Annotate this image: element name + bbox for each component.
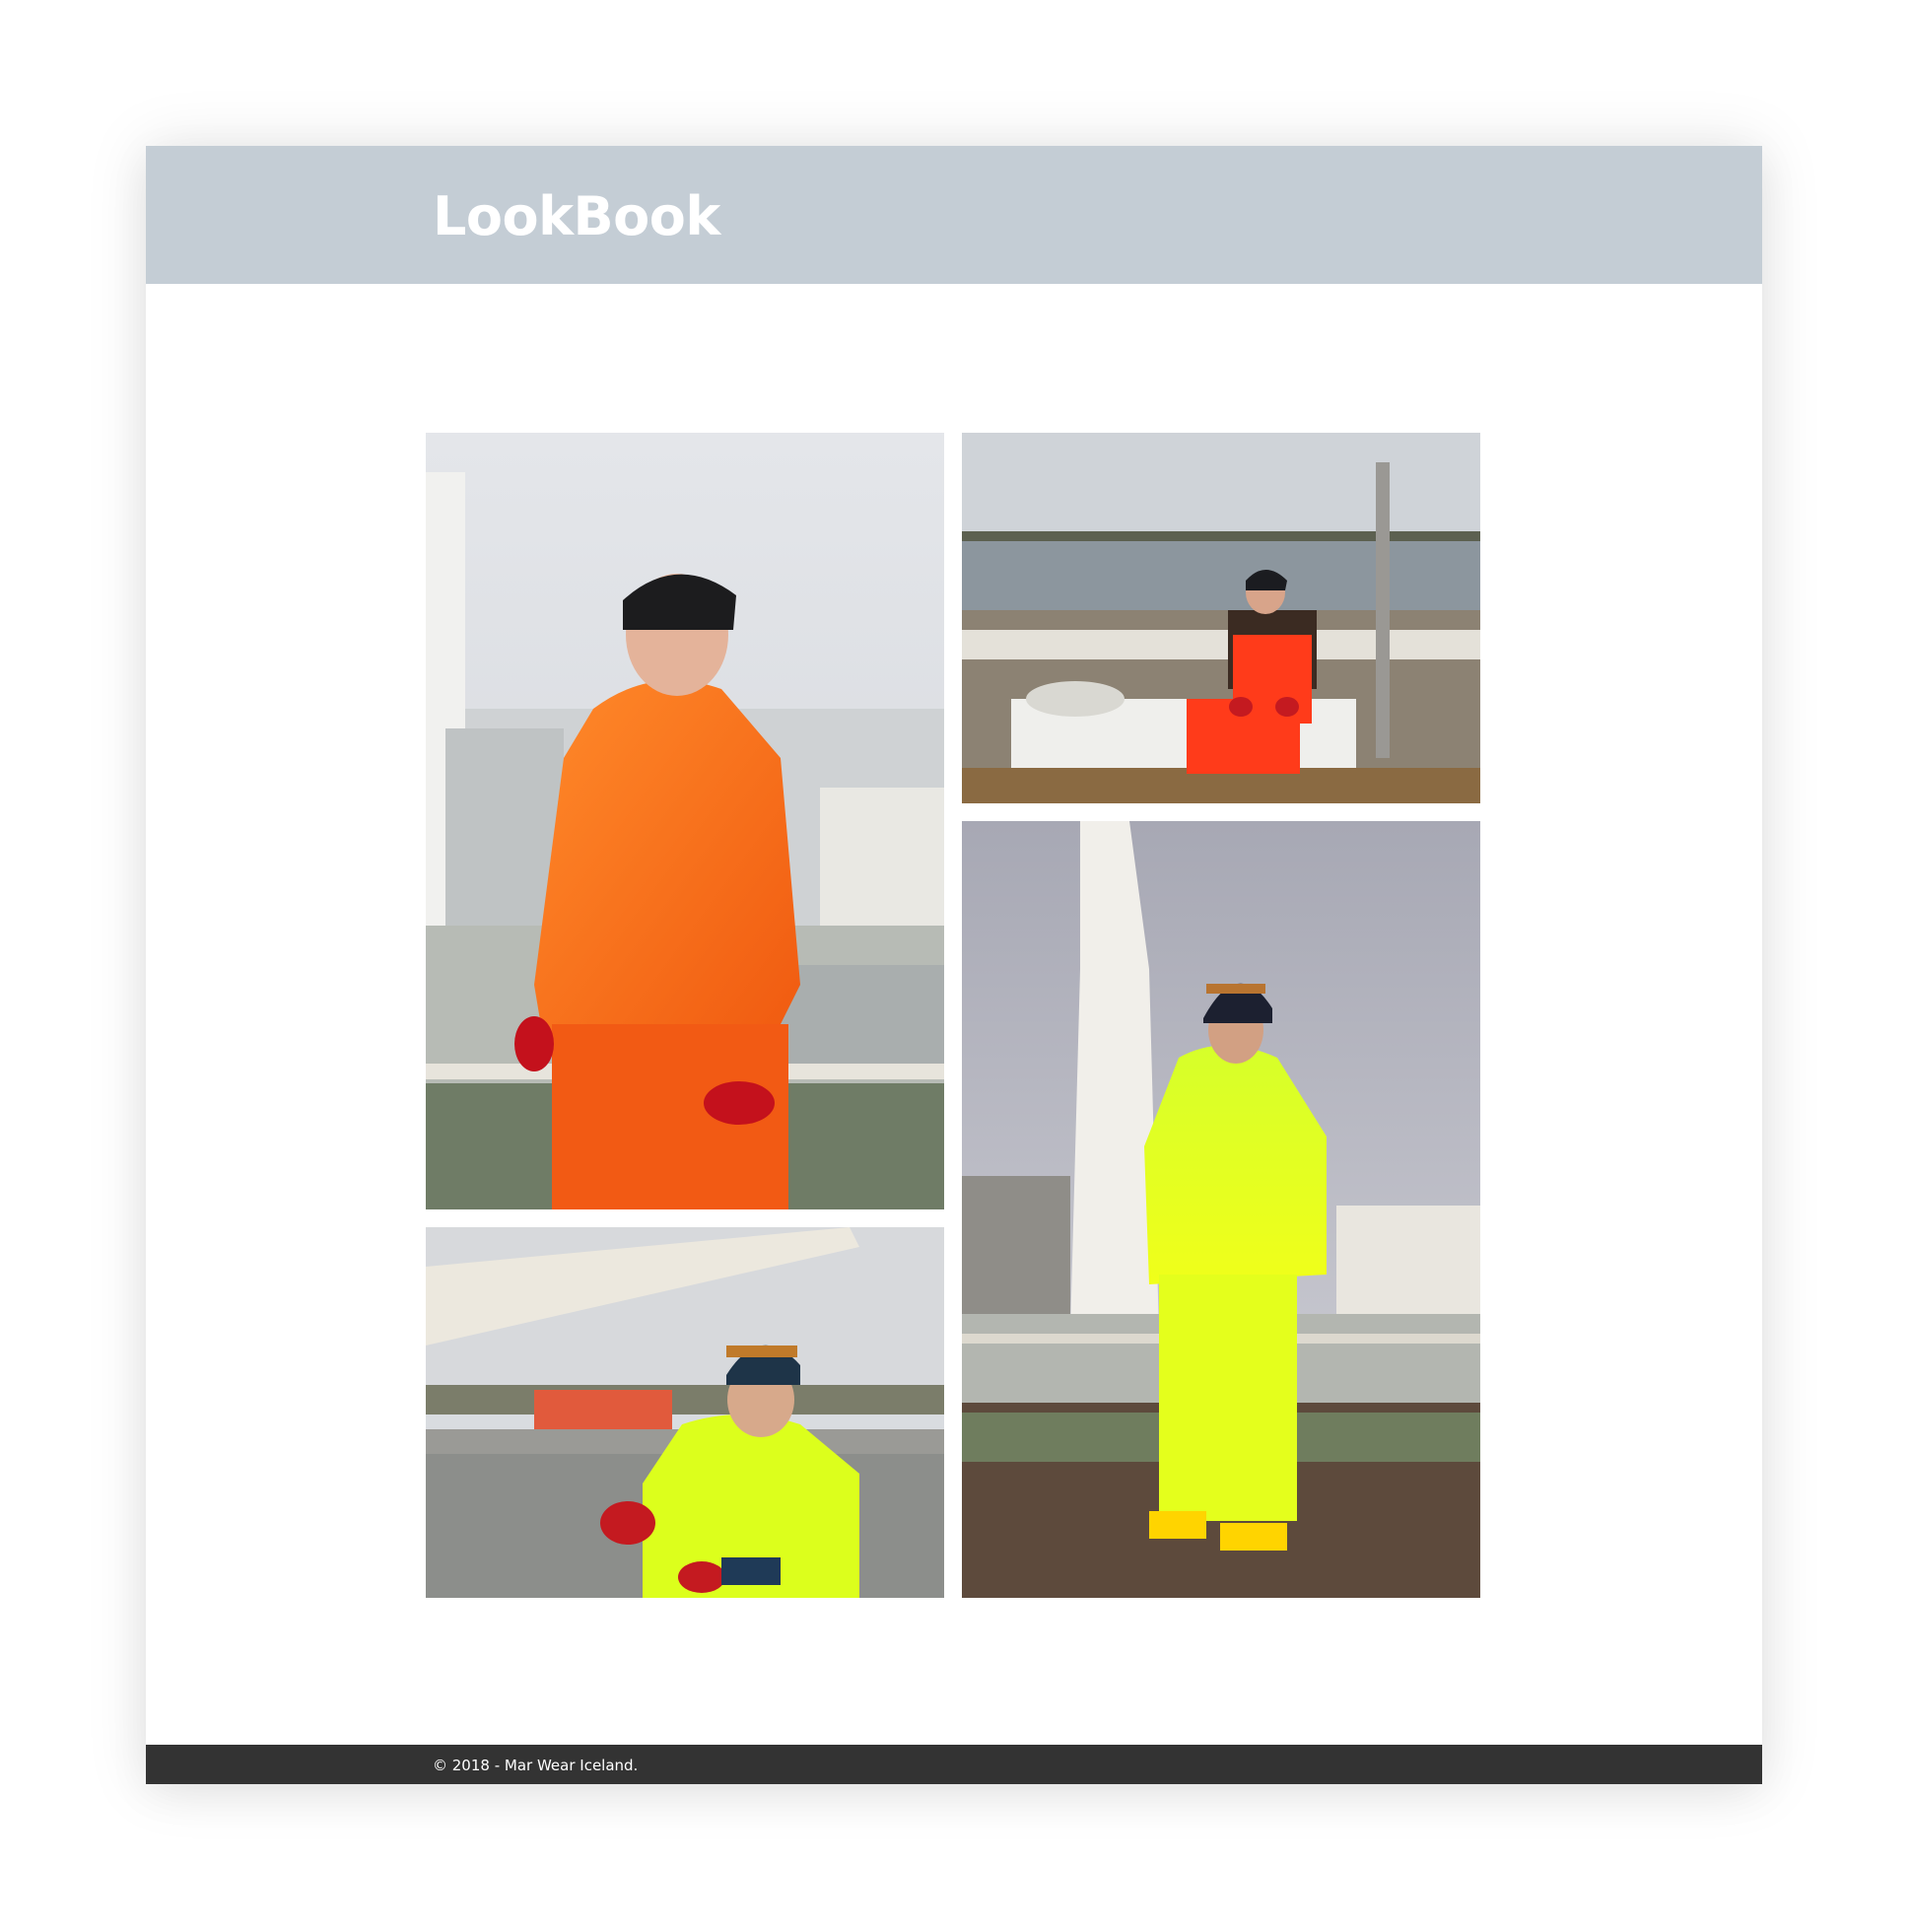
lookbook-photo-orange-jacket[interactable] [426,433,944,1209]
lookbook-photo-yellow-gloves[interactable] [426,1227,944,1598]
lookbook-photo-seated-sweater[interactable] [962,433,1480,803]
page-frame: LookBook © 2018 - Mar Wear Iceland. [146,146,1762,1784]
yellow-full-image [962,821,1480,1598]
seated-sweater-image [962,433,1480,803]
yellow-gloves-image [426,1227,944,1598]
footer-copyright: © 2018 - Mar Wear Iceland. [433,1757,639,1774]
header-bar: LookBook [146,146,1762,284]
footer-bar: © 2018 - Mar Wear Iceland. [146,1745,1762,1784]
lookbook-photo-yellow-full[interactable] [962,821,1480,1598]
page-title: LookBook [433,185,720,247]
orange-jacket-image [426,433,944,1209]
